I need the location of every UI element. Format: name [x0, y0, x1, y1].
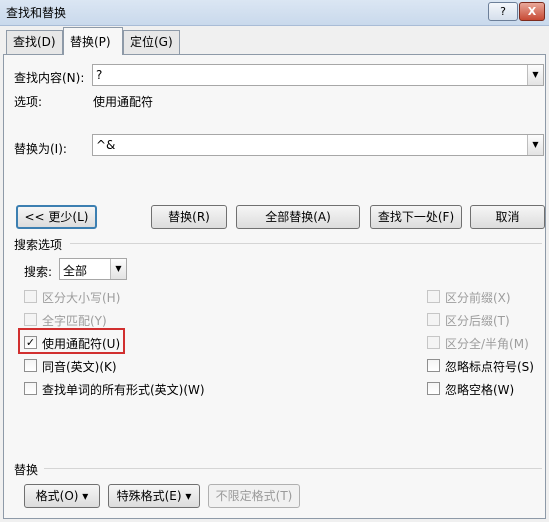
option-label: 区分前缀(X) [445, 291, 511, 305]
find-input[interactable]: ? ▼ [92, 64, 544, 86]
checkbox[interactable] [427, 382, 440, 395]
option-match-case[interactable]: 区分大小写(H) [24, 288, 224, 306]
option-match-suffix[interactable]: 区分后缀(T) [427, 311, 542, 329]
option-label: 忽略标点符号(S) [445, 360, 534, 374]
option-label: 查找单词的所有形式(英文)(W) [42, 383, 205, 397]
search-scope-value: 全部 [63, 264, 88, 278]
option-label: 区分全/半角(M) [445, 337, 529, 351]
checkbox[interactable] [24, 382, 37, 395]
less-button[interactable]: << 更少(L) [16, 205, 97, 229]
option-ignore-space[interactable]: 忽略空格(W) [427, 380, 542, 398]
search-scope-label: 搜索: [24, 265, 53, 279]
option-all-word-forms[interactable]: 查找单词的所有形式(英文)(W) [24, 380, 254, 398]
chevron-down-icon[interactable]: ▼ [110, 259, 126, 279]
find-next-button[interactable]: 查找下一处(F) [370, 205, 462, 229]
options-label: 选项: [14, 95, 43, 109]
checkbox[interactable] [24, 290, 37, 303]
checkbox[interactable] [427, 290, 440, 303]
replace-all-button[interactable]: 全部替换(A) [236, 205, 360, 229]
find-input-value: ? [96, 68, 103, 82]
option-label: 忽略空格(W) [445, 383, 515, 397]
option-sounds-like[interactable]: 同音(英文)(K) [24, 357, 224, 375]
option-whole-word[interactable]: 全字匹配(Y) [24, 311, 224, 329]
replace-button[interactable]: 替换(R) [151, 205, 227, 229]
no-formatting-button[interactable]: 不限定格式(T) [208, 484, 300, 508]
checkbox[interactable] [427, 336, 440, 349]
tab-replace[interactable]: 替换(P) [63, 27, 123, 55]
replace-panel [3, 54, 546, 519]
help-button[interactable]: ? [488, 2, 518, 21]
checkbox[interactable] [427, 313, 440, 326]
option-match-width[interactable]: 区分全/半角(M) [427, 334, 542, 352]
option-match-prefix[interactable]: 区分前缀(X) [427, 288, 542, 306]
cancel-button[interactable]: 取消 [470, 205, 545, 229]
option-label: 区分大小写(H) [42, 291, 121, 305]
replace-input[interactable]: ^& ▼ [92, 134, 544, 156]
option-label: 区分后缀(T) [445, 314, 510, 328]
option-label: 同音(英文)(K) [42, 360, 117, 374]
chevron-down-icon[interactable]: ▼ [527, 135, 543, 155]
window-title: 查找和替换 [6, 6, 67, 20]
highlight-box [18, 328, 125, 354]
close-button[interactable]: X [519, 2, 545, 21]
format-button[interactable]: 格式(O) ▾ [24, 484, 100, 508]
replace-label: 替换为(I): [14, 142, 67, 156]
option-ignore-punctuation[interactable]: 忽略标点符号(S) [427, 357, 542, 375]
divider [70, 243, 542, 244]
find-label: 查找内容(N): [14, 71, 85, 85]
option-label: 全字匹配(Y) [42, 314, 107, 328]
replace-section-title: 替换 [14, 463, 39, 477]
search-options-title: 搜索选项 [14, 238, 63, 252]
tab-goto[interactable]: 定位(G) [123, 30, 180, 54]
checkbox[interactable] [24, 313, 37, 326]
tab-find[interactable]: 查找(D) [6, 30, 63, 54]
title-bar [0, 0, 549, 26]
options-value: 使用通配符 [93, 95, 154, 109]
checkbox[interactable] [24, 359, 37, 372]
checkbox[interactable] [427, 359, 440, 372]
divider [44, 468, 542, 469]
search-scope-select[interactable]: 全部 ▼ [59, 258, 127, 280]
special-format-button[interactable]: 特殊格式(E) ▾ [108, 484, 200, 508]
chevron-down-icon[interactable]: ▼ [527, 65, 543, 85]
replace-input-value: ^& [96, 138, 116, 152]
